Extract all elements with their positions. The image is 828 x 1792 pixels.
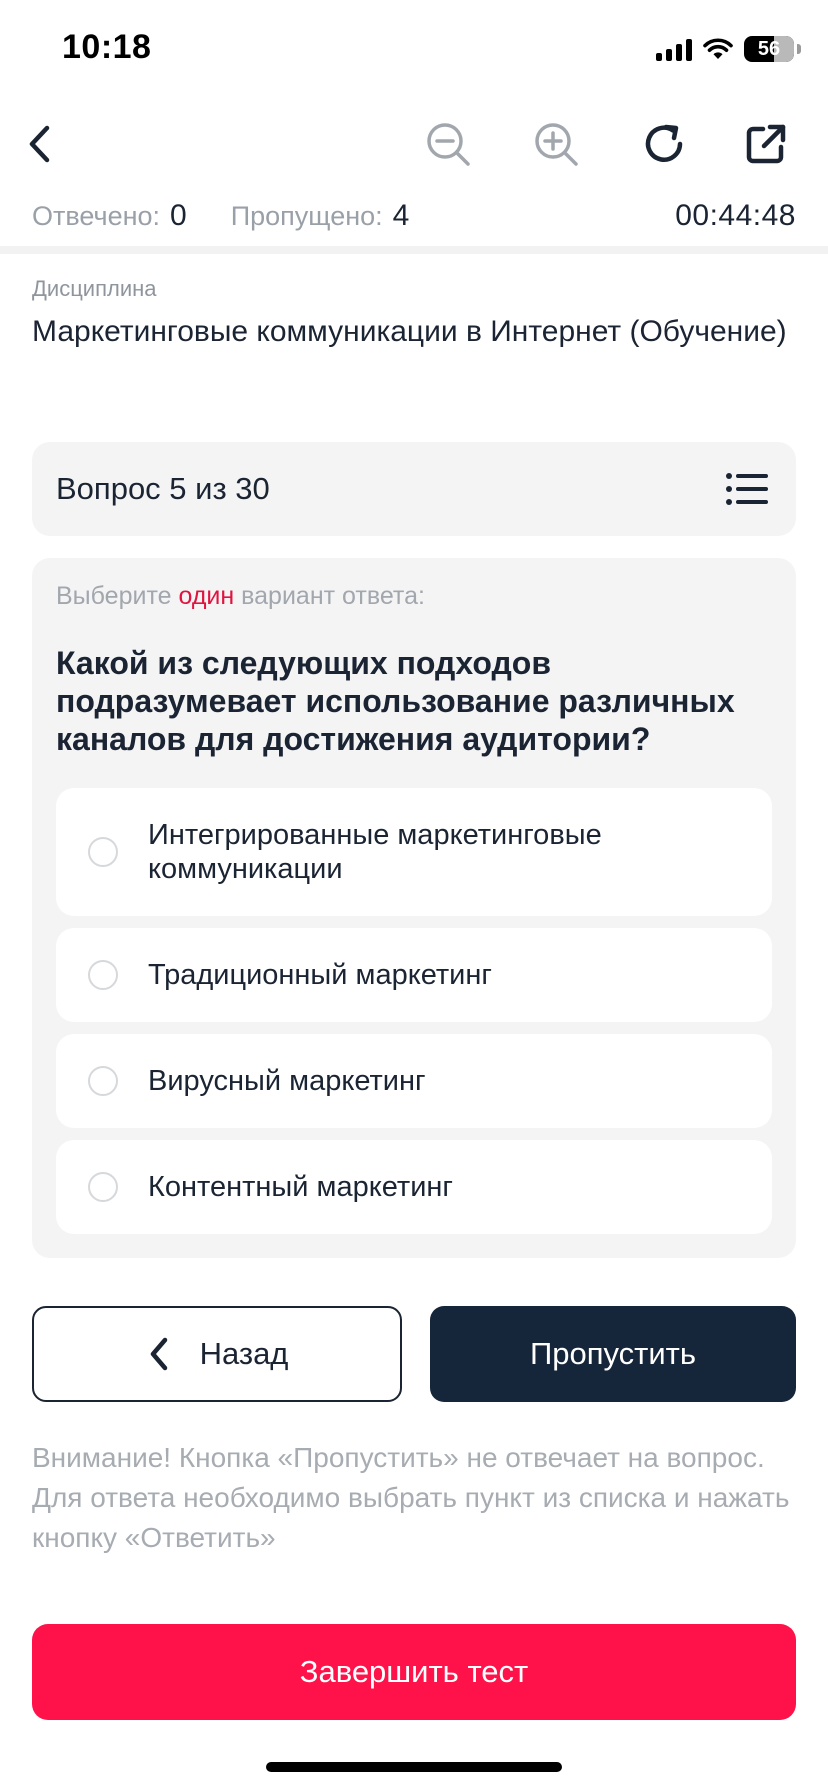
skip-button[interactable]: Пропустить <box>430 1306 796 1402</box>
instruction-text-end: вариант ответа: <box>234 582 425 610</box>
status-icons: 56 <box>656 34 801 64</box>
question-text: Какой из следующих подходов подразумевае… <box>56 645 735 757</box>
skipped-label: Пропущено: <box>230 200 383 231</box>
answer-option-label: Вирусный маркетинг <box>148 1065 426 1097</box>
zoom-in-icon <box>535 123 578 166</box>
wifi-icon <box>703 38 733 59</box>
instruction-accent: один <box>178 582 235 610</box>
skip-label: Пропустить <box>529 1336 697 1371</box>
answer-instruction: Выберите один вариант ответа: <box>56 582 425 611</box>
zoom-out-button[interactable] <box>418 114 478 174</box>
question-counter: Вопрос 5 из 30 <box>56 471 270 506</box>
answer-option[interactable]: Интегрированные маркетинговые коммуникац… <box>56 788 772 916</box>
toolbar <box>0 100 828 190</box>
battery-icon: 56 <box>744 36 801 62</box>
zoom-in-button[interactable] <box>526 114 586 174</box>
question-header: Вопрос 5 из 30 <box>32 442 796 536</box>
discipline-title: Маркетинговые коммуникации в Интернет (О… <box>32 315 787 348</box>
finish-test-label: Завершить тест <box>299 1654 529 1689</box>
open-external-button[interactable] <box>736 114 796 174</box>
answer-option-label: Интегрированные маркетинговые коммуникац… <box>148 819 602 885</box>
radio-button[interactable] <box>88 1066 118 1096</box>
answer-option[interactable]: Вирусный маркетинг <box>56 1034 772 1128</box>
discipline-label: Дисциплина <box>32 276 157 301</box>
answered-value: 0 <box>170 199 187 232</box>
answer-option-label: Контентный маркетинг <box>148 1171 453 1203</box>
answered-label: Отвечено: <box>32 200 161 231</box>
radio-button[interactable] <box>88 960 118 990</box>
back-button[interactable] <box>10 114 70 174</box>
radio-button[interactable] <box>88 1172 118 1202</box>
timer: 00:44:48 <box>675 199 796 232</box>
answer-option-label: Традиционный маркетинг <box>148 959 492 991</box>
skipped-value: 4 <box>392 199 410 232</box>
question-card: Выберите один вариант ответа: Какой из с… <box>32 558 796 1258</box>
battery-level: 56 <box>757 37 781 60</box>
header-divider <box>0 246 828 254</box>
finish-test-button[interactable]: Завершить тест <box>32 1624 796 1720</box>
answer-option[interactable]: Контентный маркетинг <box>56 1140 772 1234</box>
skip-warning: Внимание! Кнопка «Пропустить» не отвечае… <box>32 1442 790 1553</box>
radio-button[interactable] <box>88 837 118 867</box>
status-bar: 10:18 56 <box>0 0 828 100</box>
external-link-icon <box>746 124 786 164</box>
instruction-text: Выберите <box>56 582 179 610</box>
chevron-left-icon <box>150 1337 167 1371</box>
answer-option[interactable]: Традиционный маркетинг <box>56 928 772 1022</box>
prev-question-label: Назад <box>199 1336 289 1371</box>
cellular-signal-icon <box>656 37 692 61</box>
back-icon <box>29 125 50 163</box>
refresh-icon <box>645 124 683 162</box>
question-list-button[interactable] <box>722 464 772 514</box>
status-time: 10:18 <box>62 28 152 66</box>
progress-counters: Отвечено: 0 Пропущено: 4 00:44:48 <box>32 196 796 236</box>
list-icon <box>726 473 768 505</box>
home-indicator <box>266 1762 562 1772</box>
prev-question-button[interactable]: Назад <box>32 1306 402 1402</box>
zoom-out-icon <box>427 123 470 166</box>
refresh-button[interactable] <box>634 114 694 174</box>
